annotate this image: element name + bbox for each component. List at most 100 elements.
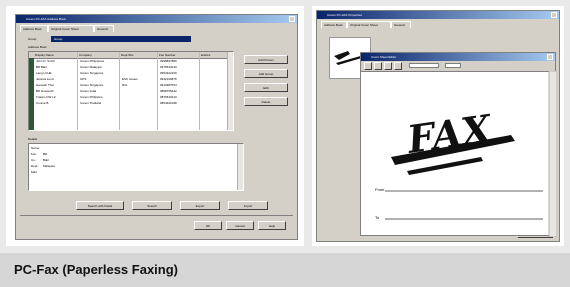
rect-tool-icon[interactable] [394, 62, 402, 70]
select-tool-icon[interactable] [364, 62, 372, 70]
col-dept[interactable]: Dept./Div. [121, 53, 134, 57]
tab-address-book[interactable]: Address Book [20, 25, 48, 32]
cell-fax: 0876543210 [160, 95, 177, 99]
cell-fax: 0932109876 [160, 77, 177, 81]
add-person-button[interactable]: Add Person [244, 55, 288, 64]
ok-button[interactable]: OK [194, 221, 222, 230]
delete-button[interactable]: Delete [244, 97, 288, 106]
close-icon[interactable] [547, 54, 553, 60]
cell-name: Connie B. [36, 101, 50, 105]
help-button[interactable]: Help [258, 221, 286, 230]
col-company[interactable]: Company [79, 53, 92, 57]
table-row[interactable]: Bill Blair Canon Malaysia 0976543219 [30, 65, 225, 70]
edit-button[interactable]: Edit [244, 83, 288, 92]
text-tool-icon[interactable] [374, 62, 382, 70]
column-divider [157, 52, 158, 130]
col-fax-number[interactable]: Fax Number [159, 53, 176, 57]
back-title-bar: Canon PC-FAX Properties [317, 11, 559, 19]
fax-word: FAX [404, 105, 496, 162]
table-row[interactable]: Frank LOW Lin Canon Philippine 087654321… [30, 95, 225, 100]
table-row[interactable]: Connie B. Canon Thailand 0854321098 [30, 101, 225, 106]
address-list[interactable]: Display Name Company Dept./Div. Fax Numb… [28, 51, 234, 131]
close-icon[interactable] [551, 12, 557, 18]
column-divider [199, 52, 200, 130]
cell-name: Frank LOW Lin [36, 95, 57, 99]
import-button[interactable]: Import [228, 201, 268, 210]
screenshot-frame: Canon PC-FAX Address Book Address Book O… [0, 0, 570, 287]
cell-company: Canon Singapore [80, 71, 104, 75]
window-title: Canon PC-FAX Address Book [26, 17, 66, 21]
add-group-button[interactable]: Add Group [244, 69, 288, 78]
detail-value: Blair [43, 158, 50, 162]
cover-sheet-editor: Cover Sheet Editor FAX From To [360, 52, 557, 237]
cell-fax: 0998897880 [160, 59, 177, 63]
title-bar: Canon PC-FAX Address Book [16, 15, 297, 23]
fax-cover-canvas[interactable]: FAX From To [361, 71, 557, 237]
cell-dept: R/G [122, 83, 128, 87]
address-book-label: Address Book [28, 45, 47, 49]
cell-fax: 0854321098 [160, 101, 177, 105]
close-icon[interactable] [289, 16, 295, 22]
caption-text: PC-Fax (Paperless Faxing) [14, 262, 178, 277]
tab-address-book[interactable]: Address Book [321, 21, 347, 28]
cell-name: Hamesh Thor [36, 83, 55, 87]
detail-value: Bill [43, 152, 48, 156]
column-divider [77, 52, 78, 130]
cell-fax: 0898765432 [160, 89, 177, 93]
tab-general[interactable]: General [94, 25, 114, 32]
detail-label: Dept.: [31, 164, 40, 168]
cell-company: Canon Singapore [80, 83, 104, 87]
editor-title-bar: Cover Sheet Editor [361, 53, 555, 61]
details-box[interactable]: Name: Fax: Bill Co.: Blair Dept.: Malays… [28, 143, 244, 191]
col-display-name[interactable]: Display Name [35, 53, 54, 57]
cell-company: Canon Philippine [80, 95, 103, 99]
table-row[interactable]: Jessica Lund OPS ESC Issues 0932109876 [30, 77, 225, 82]
export-button[interactable]: Export [180, 201, 220, 210]
cancel-button[interactable]: Cancel [226, 221, 254, 230]
caption-bar: PC-Fax (Paperless Faxing) [0, 253, 570, 287]
list-scrollbar[interactable] [227, 52, 233, 130]
cell-name: Lang LCHE [36, 71, 52, 75]
font-select[interactable] [409, 63, 439, 68]
cell-name: Bill Blair [36, 65, 47, 69]
editor-scrollbar [548, 71, 557, 237]
tab-cover-sheet[interactable]: Original Cover Sheet [48, 25, 94, 32]
address-book-window: Canon PC-FAX Address Book Address Book O… [15, 14, 298, 240]
cell-company: Canon Malaysia [80, 65, 102, 69]
detail-label: Mail: [31, 170, 38, 174]
from-label: From [375, 187, 385, 192]
cell-name: Jessica Lund [36, 77, 54, 81]
table-row[interactable]: Lang LCHE Canon Singapore 0954322109 [30, 71, 225, 76]
tab-cover-sheet[interactable]: Original Cover Sheet [347, 21, 391, 28]
search-button[interactable]: Search [132, 201, 172, 210]
detail-label: Name: [31, 146, 40, 150]
group-value: Group [54, 37, 63, 41]
cell-fax: 0954322109 [160, 71, 177, 75]
line-tool-icon[interactable] [384, 62, 392, 70]
cell-dept: ESC Issues [122, 77, 138, 81]
back-window-title: Canon PC-FAX Properties [327, 13, 363, 17]
table-row[interactable]: Hamesh Thor Canon Singapore R/G 09109876… [30, 83, 225, 88]
cell-company: Canon Thailand [80, 101, 102, 105]
cover-sheet-screenshot: Canon PC-FAX Properties Address Book Ori… [312, 6, 564, 246]
cell-company: OPS [80, 77, 87, 81]
table-row[interactable]: Bill Gosworth Canon India 0898765432 [30, 89, 225, 94]
detail-value: Malaysia [43, 164, 55, 168]
cell-name: Bill Gosworth [36, 89, 54, 93]
details-scrollbar[interactable] [237, 144, 243, 190]
table-row[interactable]: John D. Smith Canon Philippines 09988978… [30, 59, 225, 64]
search-fields-button[interactable]: Search with Fields [76, 201, 124, 210]
col-entries[interactable]: Entries [201, 53, 210, 57]
detail-label: Co.: [31, 158, 37, 162]
detail-label: Fax: [31, 152, 37, 156]
cell-name: John D. Smith [36, 59, 55, 63]
separator [20, 215, 293, 216]
tab-general[interactable]: General [391, 21, 411, 28]
group-combo[interactable]: Group [51, 36, 191, 42]
column-divider [119, 52, 120, 130]
address-book-screenshot: Canon PC-FAX Address Book Address Book O… [6, 6, 304, 246]
group-label: Group [28, 37, 37, 41]
cell-fax: 0976543219 [160, 65, 177, 69]
size-select[interactable] [445, 63, 461, 68]
to-label: To [375, 215, 380, 220]
